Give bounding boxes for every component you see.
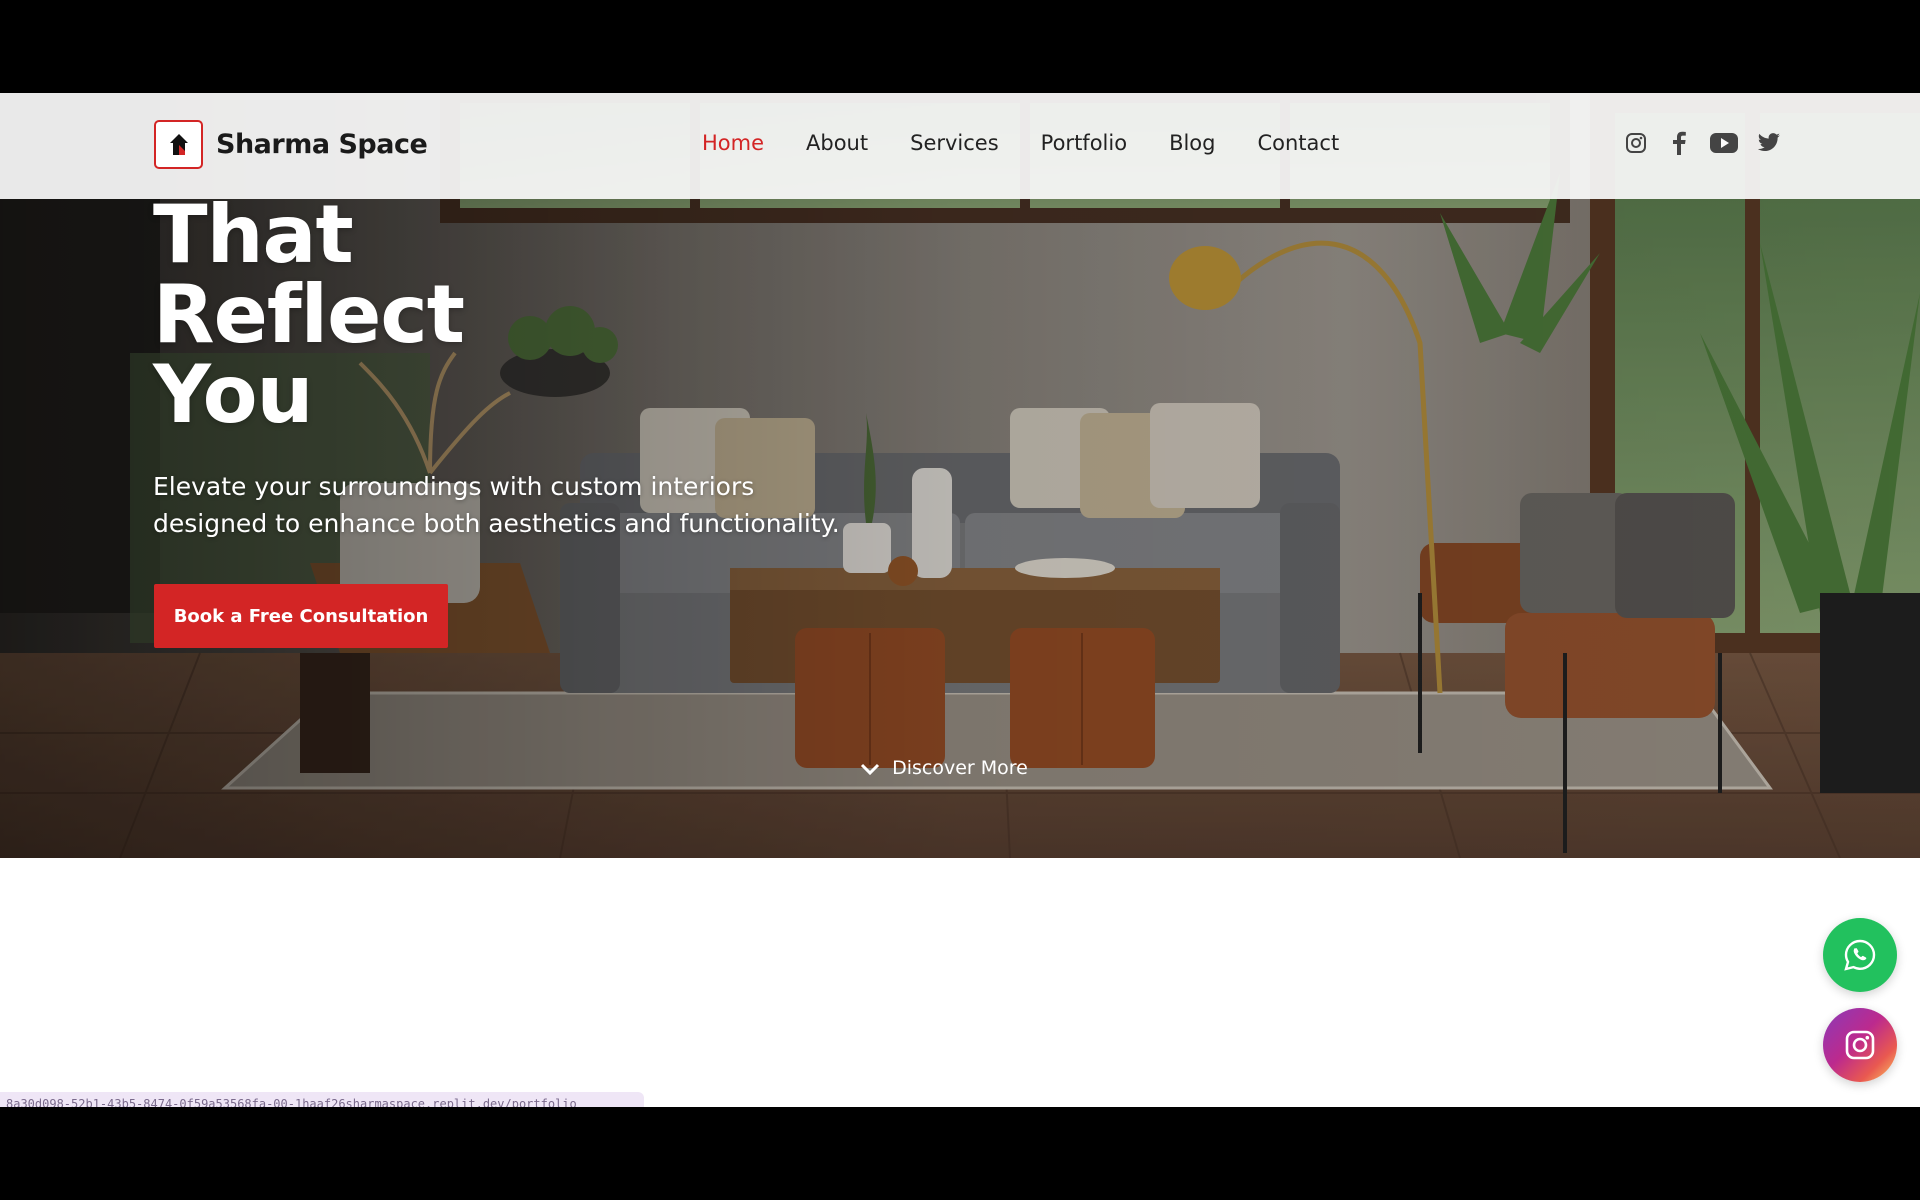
brand-name[interactable]: Sharma Space bbox=[216, 129, 428, 160]
hero-section: That Reflect You Elevate your surroundin… bbox=[0, 93, 1920, 858]
discover-more-label: Discover More bbox=[892, 757, 1028, 779]
headline-line: Reflect bbox=[153, 268, 465, 361]
top-navbar: Sharma Space Home About Services Portfol… bbox=[0, 93, 1920, 199]
book-consultation-button[interactable]: Book a Free Consultation bbox=[154, 584, 448, 648]
headline-line: You bbox=[153, 348, 314, 441]
instagram-icon[interactable] bbox=[1622, 129, 1650, 157]
youtube-icon[interactable] bbox=[1708, 129, 1740, 157]
hero-subtitle: Elevate your surroundings with custom in… bbox=[153, 472, 840, 538]
facebook-icon[interactable] bbox=[1665, 129, 1693, 157]
main-nav: Home About Services Portfolio Blog Conta… bbox=[702, 131, 1381, 155]
headline-line: That bbox=[153, 188, 354, 281]
whatsapp-button[interactable] bbox=[1823, 918, 1897, 992]
status-url-bar: 8a30d098-52b1-43b5-8474-0f59a53568fa-00-… bbox=[0, 1092, 644, 1107]
nav-item-services[interactable]: Services bbox=[910, 131, 999, 155]
nav-item-home[interactable]: Home bbox=[702, 131, 764, 155]
browser-viewport: That Reflect You Elevate your surroundin… bbox=[0, 93, 1920, 1107]
house-logo-icon bbox=[169, 133, 188, 155]
logo[interactable] bbox=[154, 120, 203, 169]
nav-item-blog[interactable]: Blog bbox=[1169, 131, 1215, 155]
hero-headline: That Reflect You bbox=[153, 188, 465, 441]
instagram-button[interactable] bbox=[1823, 1008, 1897, 1082]
chevron-down-icon bbox=[860, 763, 880, 775]
twitter-icon[interactable] bbox=[1755, 129, 1783, 157]
discover-more-link[interactable]: Discover More bbox=[860, 757, 1060, 779]
instagram-icon bbox=[1845, 1030, 1875, 1060]
nav-item-portfolio[interactable]: Portfolio bbox=[1041, 131, 1127, 155]
whatsapp-icon bbox=[1844, 939, 1876, 971]
social-links bbox=[1622, 129, 1798, 157]
nav-item-contact[interactable]: Contact bbox=[1257, 131, 1339, 155]
nav-item-about[interactable]: About bbox=[806, 131, 868, 155]
